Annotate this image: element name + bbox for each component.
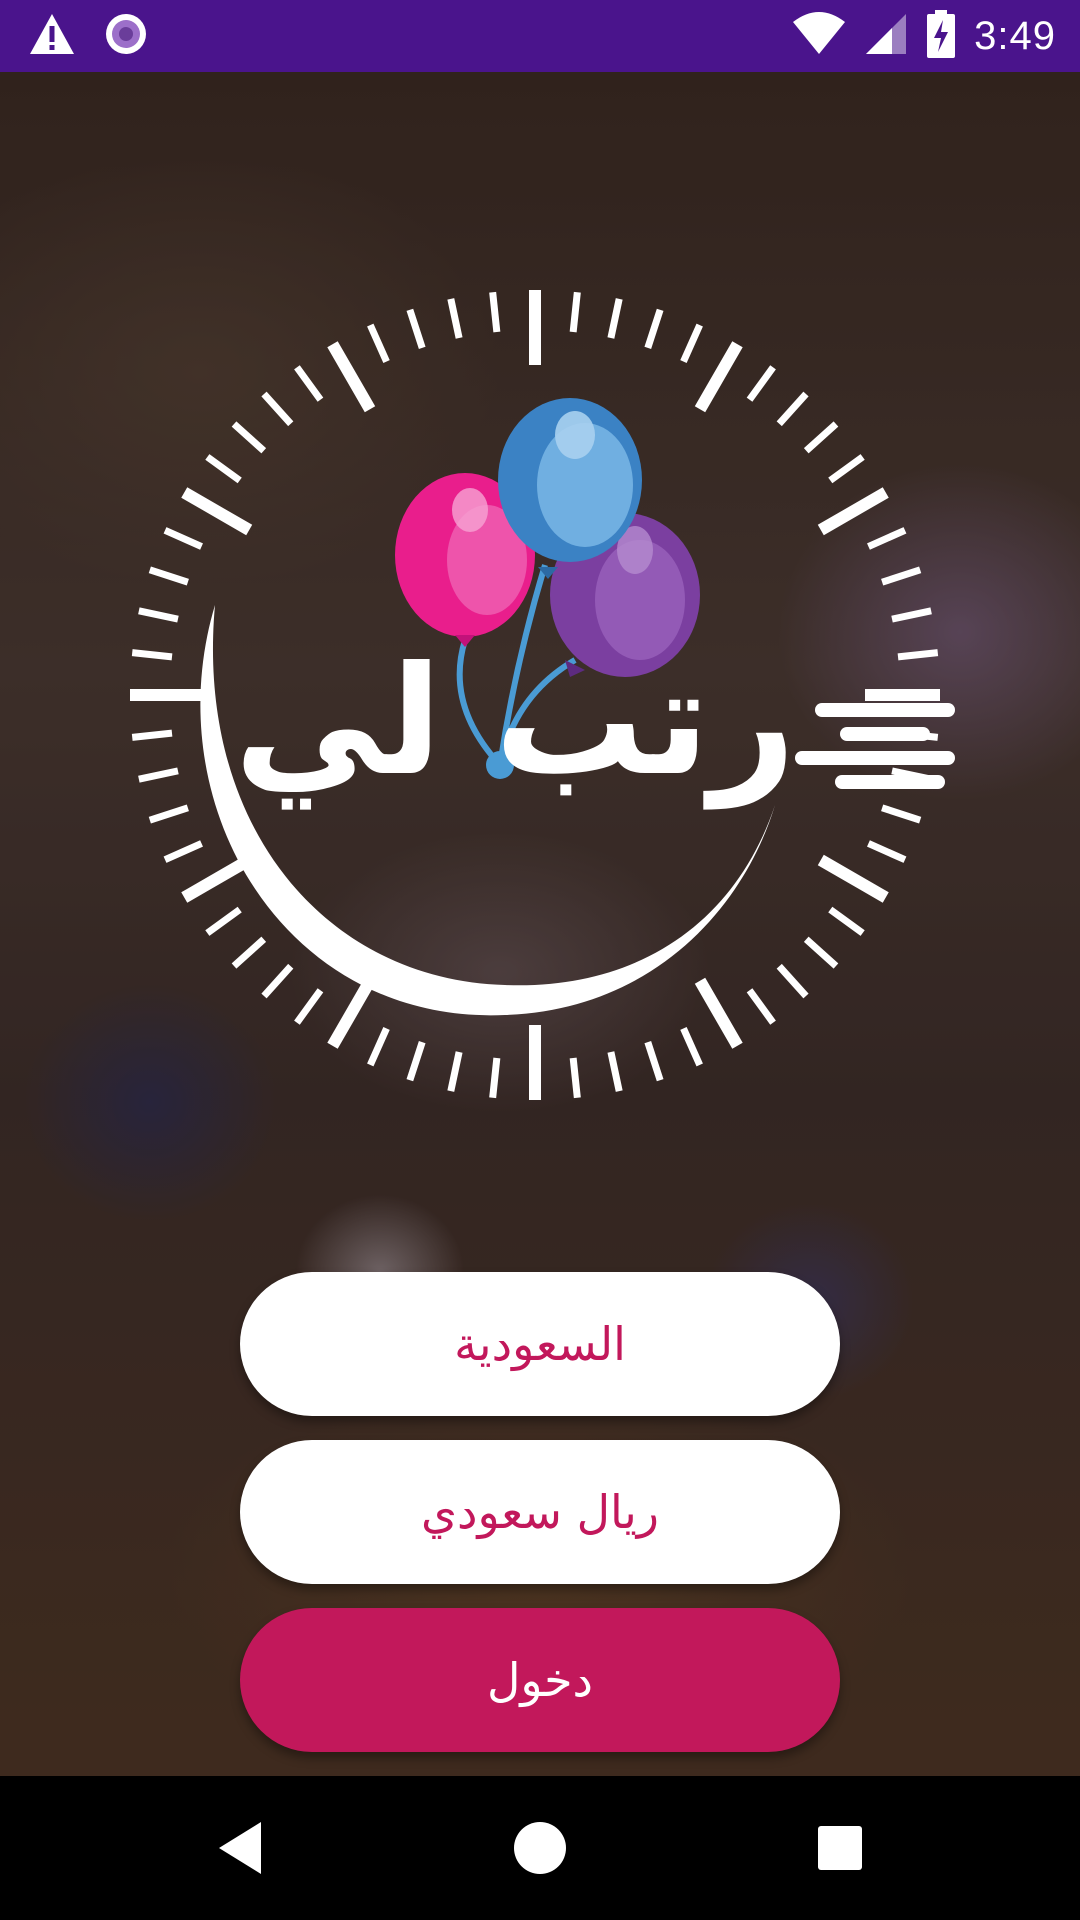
clock-tick: [680, 323, 703, 363]
clock-tick: [131, 649, 173, 661]
navigation-bar: [0, 1776, 1080, 1920]
clock-tick: [644, 308, 664, 349]
clock-tick: [694, 977, 743, 1049]
clock-tick: [406, 308, 426, 349]
clock-tick: [828, 454, 865, 484]
clock-tick: [447, 1051, 463, 1092]
clock-tick: [680, 1027, 703, 1067]
wifi-icon: [792, 12, 846, 60]
clock-tick: [897, 649, 939, 661]
clock-tick: [294, 365, 324, 402]
clock-tick: [569, 1057, 581, 1099]
back-icon[interactable]: [208, 1816, 272, 1880]
clock-tick: [367, 323, 390, 363]
clock-tick: [138, 767, 179, 783]
clock-tick: [131, 729, 173, 741]
clock-tick: [607, 1051, 623, 1092]
clock-tick: [867, 840, 907, 863]
clock-tick: [828, 906, 865, 936]
clock-tick: [406, 1041, 426, 1082]
clock-tick: [776, 391, 809, 427]
clock-tick: [803, 936, 839, 969]
clock-tick: [489, 291, 501, 333]
clock-tick: [881, 804, 922, 824]
clock-tick: [181, 854, 253, 903]
clock-tick: [148, 804, 189, 824]
clock-tick: [261, 391, 294, 427]
clock-tick: [205, 454, 242, 484]
home-icon[interactable]: [508, 1816, 572, 1880]
clock-tick: [327, 977, 376, 1049]
signal-icon: [864, 12, 908, 60]
status-bar: 3:49: [0, 0, 1080, 72]
clock-tick: [569, 291, 581, 333]
recents-icon[interactable]: [808, 1816, 872, 1880]
clock-tick: [817, 854, 889, 903]
clock-tick: [867, 527, 907, 550]
status-left: [28, 10, 148, 62]
clock-tick: [489, 1057, 501, 1099]
clock-tick: [644, 1041, 664, 1082]
clock-tick: [138, 607, 179, 623]
clock-tick: [367, 1027, 390, 1067]
clock-tick: [891, 607, 932, 623]
country-select-button[interactable]: السعودية: [240, 1272, 840, 1416]
currency-select-button[interactable]: ريال سعودي: [240, 1440, 840, 1584]
clock-tick: [817, 487, 889, 536]
brand-wordmark: رتب لي: [234, 635, 796, 810]
location-icon: [104, 12, 148, 60]
clock-tick: [205, 906, 242, 936]
battery-charging-icon: [926, 10, 956, 62]
login-button[interactable]: دخول: [240, 1608, 840, 1752]
speed-lines: [795, 703, 955, 789]
clock-tick: [231, 421, 267, 454]
clock-tick: [231, 936, 267, 969]
clock-tick: [607, 298, 623, 339]
clock-tick: [746, 988, 776, 1025]
clock-tick: [776, 963, 809, 999]
clock-tick: [148, 566, 189, 586]
clock-tick: [181, 487, 253, 536]
clock-tick: [447, 298, 463, 339]
clock-tick: [803, 421, 839, 454]
clock-tick: [881, 566, 922, 586]
clock-tick: [327, 341, 376, 413]
status-right: 3:49: [792, 10, 1056, 62]
status-time: 3:49: [974, 13, 1056, 58]
app-logo: رتب لي: [95, 285, 995, 1125]
clock-tick: [294, 988, 324, 1025]
clock-tick: [694, 341, 743, 413]
warning-icon: [28, 12, 76, 60]
clock-tick: [163, 840, 203, 863]
clock-tick: [163, 527, 203, 550]
clock-tick: [261, 963, 294, 999]
clock-tick: [746, 365, 776, 402]
